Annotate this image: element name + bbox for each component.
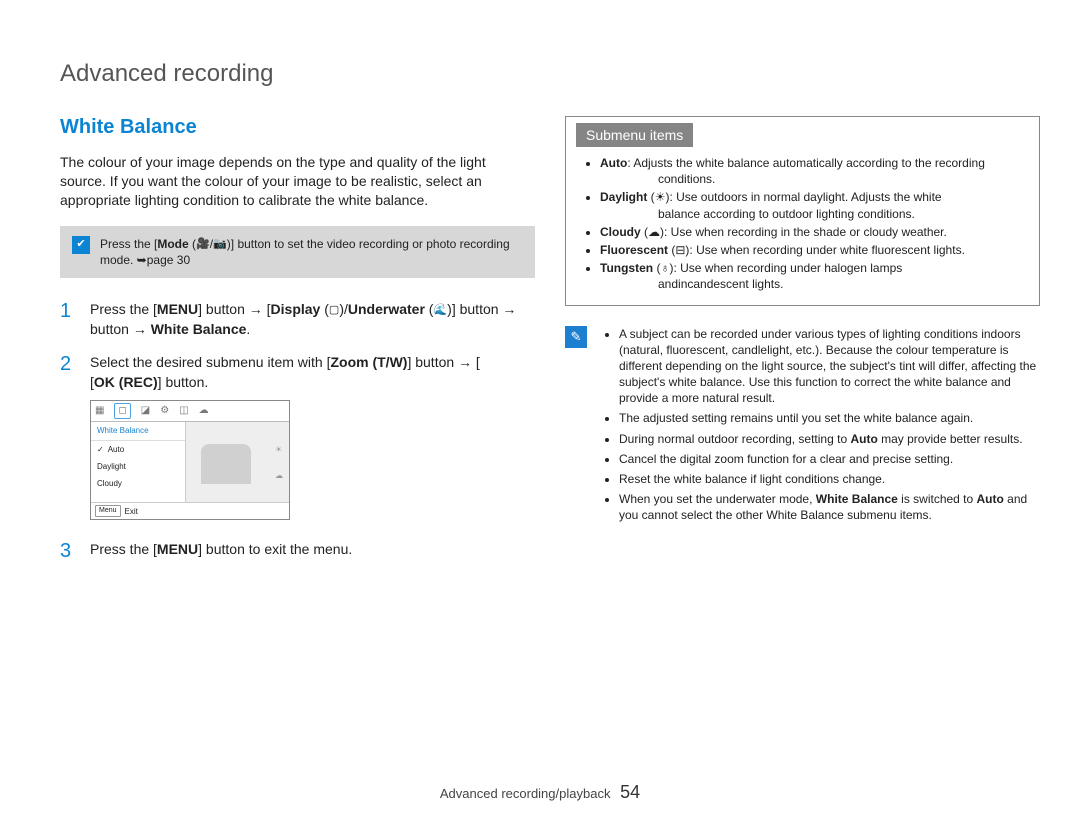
step-number: 1	[60, 300, 76, 339]
daylight-icon: ☀	[655, 190, 666, 204]
intro-text: The colour of your image depends on the …	[60, 153, 535, 210]
info-icon: ✎	[565, 326, 587, 348]
tip-item: A subject can be recorded under various …	[619, 326, 1040, 407]
submenu-item: Auto: Adjusts the white balance automati…	[600, 155, 1025, 187]
mode-note: ✔ Press the [Mode (🎥/📷)] button to set t…	[60, 226, 535, 278]
tab-icon: ☁	[199, 404, 209, 418]
tip-item: Cancel the digital zoom function for a c…	[619, 451, 1040, 467]
page-number: 54	[620, 782, 640, 802]
menu-screenshot: ▦ ◻ ◪ ⚙ ◫ ☁ White Balance ✓Auto Daylight	[90, 400, 290, 520]
tab-selected-icon: ◻	[114, 403, 130, 419]
display-icon: ▢	[329, 303, 339, 318]
check-icon: ✓	[97, 444, 104, 455]
photo-icon: 📷	[213, 237, 227, 252]
menu-list-title: White Balance	[91, 422, 185, 440]
cloud-icon: ☁	[275, 469, 283, 480]
footer-section: Advanced recording/playback	[440, 786, 611, 801]
video-icon: 🎥	[196, 237, 210, 252]
tab-icon: ◪	[141, 404, 150, 418]
step-3: 3 Press the [MENU] button to exit the me…	[60, 540, 535, 562]
page-title: Advanced recording	[60, 60, 1040, 88]
section-heading: White Balance	[60, 116, 535, 139]
step-2: 2 Select the desired submenu item with […	[60, 353, 535, 526]
menu-item-auto: ✓Auto	[91, 441, 185, 458]
mode-note-text: Press the [Mode (🎥/📷)] button to set the…	[100, 236, 523, 268]
step-1: 1 Press the [MENU] button → [Display (▢)…	[60, 300, 535, 339]
menu-item-cloudy: Cloudy	[91, 475, 185, 492]
submenu-header: Submenu items	[576, 123, 693, 147]
underwater-icon: 🌊	[433, 303, 447, 318]
tab-icon: ⚙	[160, 404, 169, 418]
tip-item: Reset the white balance if light conditi…	[619, 471, 1040, 487]
fluorescent-icon: ⊟	[675, 243, 685, 257]
cloudy-icon: ☁	[648, 225, 660, 239]
menu-item-daylight: Daylight	[91, 458, 185, 475]
check-icon: ✔	[72, 236, 90, 254]
tungsten-icon: ♁	[660, 261, 669, 275]
submenu-box: Submenu items Auto: Adjusts the white ba…	[565, 116, 1040, 306]
tip-item: When you set the underwater mode, White …	[619, 491, 1040, 523]
page-footer: Advanced recording/playback 54	[0, 782, 1080, 803]
step-number: 2	[60, 353, 76, 526]
step-number: 3	[60, 540, 76, 562]
tip-item: The adjusted setting remains until you s…	[619, 410, 1040, 426]
submenu-item: Cloudy (☁): Use when recording in the sh…	[600, 224, 1025, 240]
submenu-item: Daylight (☀): Use outdoors in normal day…	[600, 189, 1025, 221]
menu-button: Menu	[95, 505, 121, 517]
tab-icon: ◫	[179, 404, 188, 418]
exit-label: Exit	[125, 506, 138, 517]
submenu-item: Tungsten (♁): Use when recording under h…	[600, 260, 1025, 292]
sun-icon: ☀	[275, 444, 283, 455]
menu-preview: ☀ ☁	[186, 422, 289, 502]
submenu-item: Fluorescent (⊟): Use when recording unde…	[600, 242, 1025, 258]
tab-icon: ▦	[95, 404, 104, 418]
menu-tabbar: ▦ ◻ ◪ ⚙ ◫ ☁	[91, 401, 289, 422]
tip-item: During normal outdoor recording, setting…	[619, 431, 1040, 447]
